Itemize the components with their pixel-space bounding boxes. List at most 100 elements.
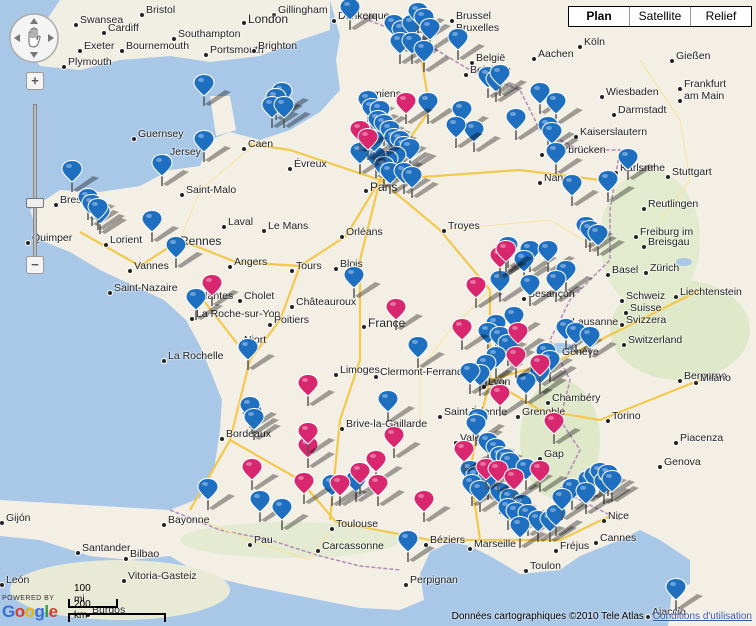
city-dot bbox=[251, 48, 257, 54]
zoom-slider[interactable] bbox=[33, 104, 37, 260]
pink-map-marker[interactable] bbox=[495, 239, 533, 274]
city-dot bbox=[537, 180, 543, 186]
blue-map-marker[interactable] bbox=[397, 529, 435, 564]
pink-map-marker[interactable] bbox=[385, 297, 423, 332]
city-dot bbox=[441, 228, 447, 234]
blue-map-marker[interactable] bbox=[489, 63, 527, 98]
blue-map-marker[interactable] bbox=[193, 129, 231, 164]
blue-map-marker[interactable] bbox=[447, 27, 485, 62]
blue-map-marker[interactable] bbox=[561, 173, 599, 208]
blue-map-marker[interactable] bbox=[339, 0, 377, 32]
blue-map-marker[interactable] bbox=[597, 169, 635, 204]
blue-map-marker[interactable] bbox=[665, 577, 703, 612]
blue-map-marker[interactable] bbox=[617, 147, 655, 182]
city-dot bbox=[289, 268, 295, 274]
pink-map-marker[interactable] bbox=[383, 425, 421, 460]
zoom-in-button[interactable]: + bbox=[26, 72, 44, 90]
city-dot bbox=[339, 426, 345, 432]
blue-map-marker[interactable] bbox=[459, 361, 497, 396]
pan-control[interactable] bbox=[8, 12, 60, 64]
blue-map-marker[interactable] bbox=[151, 153, 189, 188]
pink-map-marker[interactable] bbox=[357, 127, 395, 162]
pink-map-marker[interactable] bbox=[489, 383, 527, 418]
zoom-out-button[interactable]: − bbox=[26, 256, 44, 274]
blue-map-marker[interactable] bbox=[343, 265, 381, 300]
city-dot bbox=[287, 166, 293, 172]
blue-map-marker[interactable] bbox=[401, 165, 439, 200]
copyright-notice: Données cartographiques ©2010 Tele Atlas… bbox=[452, 611, 752, 622]
pink-map-marker[interactable] bbox=[529, 353, 567, 388]
blue-map-marker[interactable] bbox=[601, 469, 639, 504]
navigation-control: + − bbox=[8, 12, 60, 280]
blue-map-marker[interactable] bbox=[407, 335, 445, 370]
google-logo[interactable]: POWERED BY Google bbox=[2, 595, 58, 622]
map-type-satellite-button[interactable]: Satellite bbox=[629, 7, 690, 26]
city-dot bbox=[545, 400, 551, 406]
pink-map-marker[interactable] bbox=[529, 459, 567, 494]
pink-map-marker[interactable] bbox=[297, 373, 335, 408]
pink-map-marker[interactable] bbox=[453, 439, 491, 474]
blue-map-marker[interactable] bbox=[377, 389, 415, 424]
city-dot bbox=[641, 206, 647, 212]
blue-map-marker[interactable] bbox=[587, 223, 625, 258]
blue-map-marker[interactable] bbox=[243, 407, 281, 442]
city-dot bbox=[161, 358, 167, 364]
city-dot bbox=[515, 414, 521, 420]
pink-map-marker[interactable] bbox=[543, 411, 581, 446]
blue-map-marker[interactable] bbox=[249, 489, 287, 524]
city-dot bbox=[101, 30, 107, 36]
pink-map-marker[interactable] bbox=[329, 473, 367, 508]
blue-map-marker[interactable] bbox=[165, 235, 203, 270]
pink-map-marker[interactable] bbox=[451, 317, 489, 352]
blue-map-marker[interactable] bbox=[551, 487, 589, 522]
map-type-relief-button[interactable]: Relief bbox=[690, 7, 751, 26]
city-dot bbox=[73, 22, 79, 28]
pink-map-marker[interactable] bbox=[413, 489, 451, 524]
city-dot bbox=[665, 174, 671, 180]
blue-map-marker[interactable] bbox=[193, 73, 231, 108]
pink-map-marker[interactable] bbox=[367, 473, 405, 508]
zoom-slider-handle[interactable] bbox=[26, 198, 44, 208]
copyright-text: Données cartographiques ©2010 Tele Atlas… bbox=[451, 611, 653, 622]
city-dot bbox=[437, 414, 443, 420]
blue-map-marker[interactable] bbox=[273, 95, 311, 130]
pink-map-marker[interactable] bbox=[201, 273, 239, 308]
map-canvas[interactable]: Bristol Gillingham Dunkerque Brussel Bruxell… bbox=[0, 0, 756, 626]
powered-by-label: POWERED BY bbox=[2, 595, 55, 602]
blue-map-marker[interactable] bbox=[141, 209, 179, 244]
blue-map-marker[interactable] bbox=[197, 477, 235, 512]
city-dot bbox=[373, 374, 379, 380]
city-dot bbox=[333, 266, 339, 272]
blue-map-marker[interactable] bbox=[505, 107, 543, 142]
pink-map-marker[interactable] bbox=[395, 91, 433, 126]
blue-map-marker[interactable] bbox=[509, 515, 547, 550]
blue-map-marker[interactable] bbox=[237, 337, 275, 372]
pink-map-marker[interactable] bbox=[503, 467, 541, 502]
map-type-plan-button[interactable]: Plan bbox=[569, 7, 629, 26]
blue-map-marker[interactable] bbox=[445, 115, 483, 150]
pink-map-marker[interactable] bbox=[241, 457, 279, 492]
blue-map-marker[interactable] bbox=[413, 39, 451, 74]
pink-map-marker[interactable] bbox=[505, 345, 543, 380]
blue-map-marker[interactable] bbox=[87, 197, 125, 232]
terms-of-use-link[interactable]: Conditions d'utilisation bbox=[653, 611, 752, 622]
blue-map-marker[interactable] bbox=[545, 269, 583, 304]
pink-map-marker[interactable] bbox=[465, 275, 503, 310]
city-dot bbox=[619, 322, 625, 328]
city-dot bbox=[315, 548, 321, 554]
city-dot bbox=[237, 298, 243, 304]
city-dot bbox=[331, 18, 337, 24]
blue-map-marker[interactable] bbox=[545, 141, 583, 176]
blue-map-marker[interactable] bbox=[271, 497, 309, 532]
city-dot bbox=[677, 378, 683, 384]
pink-map-marker[interactable] bbox=[293, 471, 331, 506]
city-dot bbox=[673, 294, 679, 300]
pink-map-marker[interactable] bbox=[297, 421, 335, 456]
city-dot bbox=[77, 48, 83, 54]
blue-map-marker[interactable] bbox=[579, 325, 617, 360]
blue-map-marker[interactable] bbox=[519, 273, 557, 308]
city-dot bbox=[693, 380, 699, 386]
city-dot bbox=[605, 418, 611, 424]
city-dot bbox=[623, 310, 629, 316]
city-dot bbox=[121, 578, 127, 584]
